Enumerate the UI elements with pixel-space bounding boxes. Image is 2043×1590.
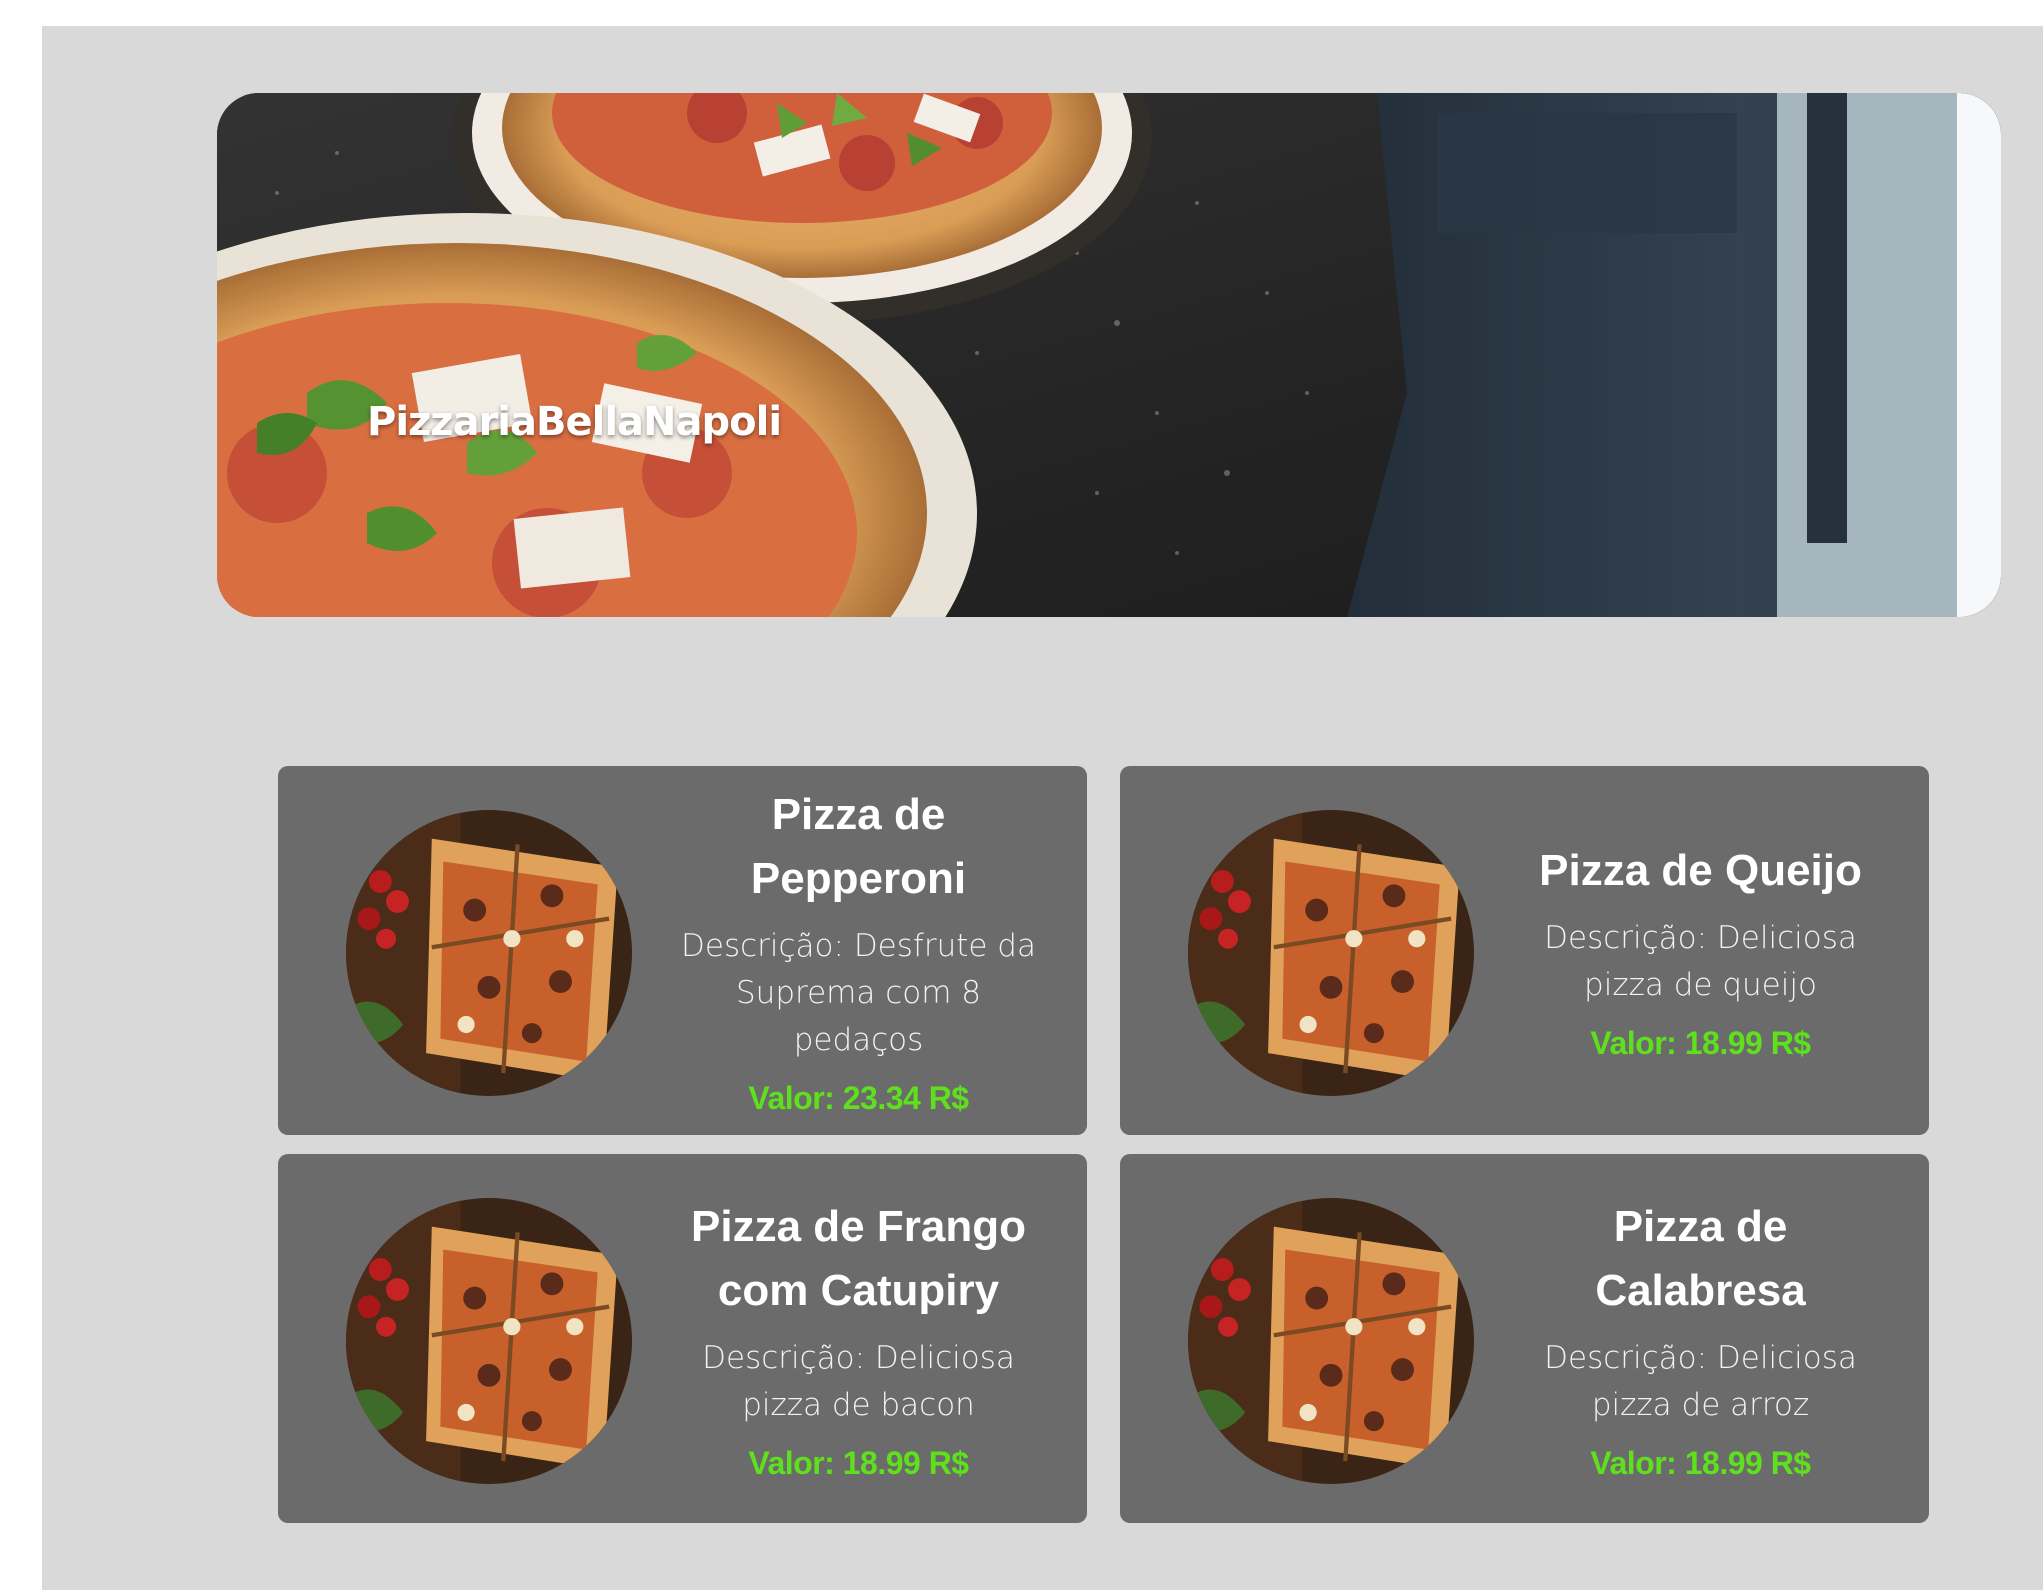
page-container: PizzariaBellaNapoli Pizza de Pepperoni D… bbox=[42, 26, 2043, 1590]
menu-card[interactable]: Pizza de Frango com Catupiry Descrição: … bbox=[278, 1154, 1087, 1523]
pizza-price: Valor: 18.99 R$ bbox=[1590, 1024, 1811, 1061]
pizza-price: Valor: 23.34 R$ bbox=[748, 1080, 969, 1116]
pizza-photo bbox=[346, 1198, 632, 1484]
pizza-photo bbox=[1188, 810, 1474, 1096]
menu-card[interactable]: Pizza de Queijo Descrição: Deliciosa piz… bbox=[1120, 766, 1929, 1135]
pizza-image bbox=[1188, 810, 1474, 1096]
pizza-title: Pizza de Frango com Catupiry bbox=[691, 1201, 1026, 1315]
pizza-title: Pizza de Queijo bbox=[1539, 845, 1862, 895]
pizza-price: Valor: 18.99 R$ bbox=[1590, 1444, 1811, 1481]
pizza-photo bbox=[1188, 1198, 1474, 1484]
card-body: Pizza de Calabresa Descrição: Deliciosa … bbox=[1492, 1154, 1909, 1523]
pizza-image bbox=[1188, 1198, 1474, 1484]
card-body: Pizza de Pepperoni Descrição: Desfrute d… bbox=[650, 766, 1067, 1135]
hero-pizza-photo bbox=[217, 93, 2001, 617]
pizza-image bbox=[346, 810, 632, 1096]
brand-title: PizzariaBellaNapoli bbox=[367, 399, 782, 445]
pizza-image bbox=[346, 1198, 632, 1484]
pizza-description: Descrição: Deliciosa pizza de bacon bbox=[702, 1339, 1015, 1423]
pizza-description: Descrição: Deliciosa pizza de arroz bbox=[1544, 1339, 1857, 1423]
menu-card[interactable]: Pizza de Pepperoni Descrição: Desfrute d… bbox=[278, 766, 1087, 1135]
hero-banner: PizzariaBellaNapoli bbox=[217, 93, 2001, 617]
card-body: Pizza de Frango com Catupiry Descrição: … bbox=[650, 1154, 1067, 1523]
pizza-price: Valor: 18.99 R$ bbox=[748, 1444, 969, 1481]
pizza-title: Pizza de Calabresa bbox=[1595, 1201, 1806, 1315]
menu-card[interactable]: Pizza de Calabresa Descrição: Deliciosa … bbox=[1120, 1154, 1929, 1523]
pizza-title: Pizza de Pepperoni bbox=[750, 790, 967, 903]
pizza-description: Descrição: Desfrute da Suprema com 8 ped… bbox=[681, 928, 1036, 1058]
card-body: Pizza de Queijo Descrição: Deliciosa piz… bbox=[1492, 766, 1909, 1135]
pizza-description: Descrição: Deliciosa pizza de queijo bbox=[1544, 919, 1857, 1003]
pizza-photo bbox=[346, 810, 632, 1096]
menu-grid: Pizza de Pepperoni Descrição: Desfrute d… bbox=[278, 766, 1931, 1523]
